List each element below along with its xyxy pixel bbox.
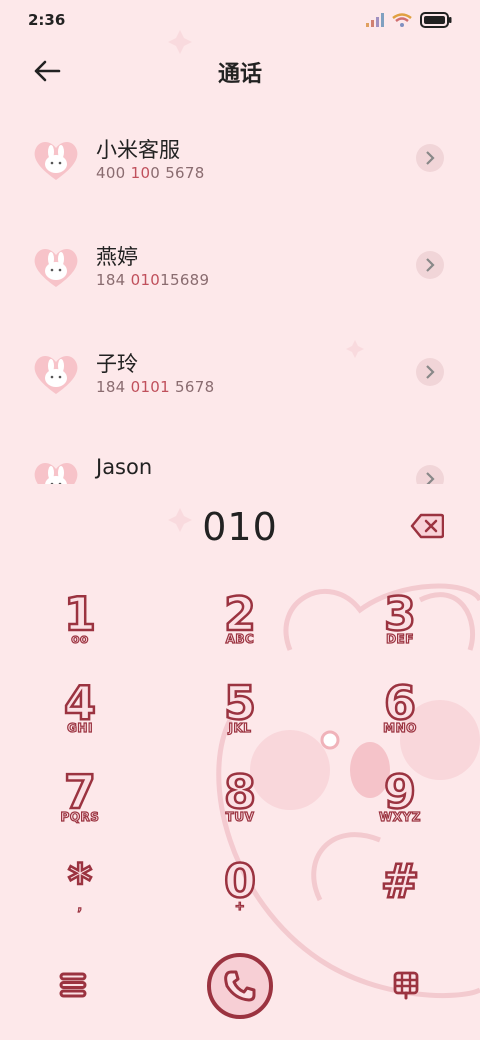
contact-number: 184 01015689 — [96, 271, 210, 289]
key-digit: 0 — [223, 854, 258, 908]
key-0[interactable]: 0 + — [180, 854, 300, 937]
bunny-heart-avatar — [34, 463, 78, 484]
menu-icon[interactable] — [58, 972, 88, 1002]
contact-name: 燕婷 — [96, 245, 138, 269]
signal-icon — [366, 13, 384, 27]
key-9[interactable]: 9 WXYZ — [340, 765, 460, 848]
key-2[interactable]: 2 ABC — [180, 587, 300, 670]
key-letters: PQRS — [60, 809, 100, 824]
bunny-heart-avatar — [34, 356, 78, 394]
key-digit: 2 — [223, 587, 258, 641]
key-letters: oo — [71, 631, 89, 646]
key-digit: 4 — [63, 676, 98, 730]
key-letters: DEF — [385, 631, 414, 646]
key-5[interactable]: 5 JKL — [180, 676, 300, 759]
chevron-right-icon[interactable] — [416, 251, 444, 279]
top-bar: 通话 — [0, 48, 480, 92]
chevron-right-icon[interactable] — [416, 144, 444, 172]
key-letters: JKL — [228, 720, 252, 735]
backspace-icon[interactable] — [410, 513, 445, 543]
key-digit: 8 — [223, 765, 258, 819]
key-7[interactable]: 7 PQRS — [20, 765, 140, 848]
key-letters: , — [77, 898, 83, 913]
contact-row[interactable]: 小米客服 400 100 5678 — [0, 104, 480, 211]
contact-name: Jason — [96, 455, 153, 479]
key-letters: WXYZ — [378, 809, 421, 824]
key-digit: 6 — [383, 676, 418, 730]
contact-row[interactable]: 燕婷 184 01015689 — [0, 211, 480, 318]
bottom-bar — [0, 950, 480, 1020]
contact-number: 400 100 5678 — [96, 164, 205, 182]
battery-icon — [420, 12, 452, 28]
key-digit: * — [67, 854, 94, 908]
key-digit: 3 — [383, 587, 418, 641]
key-digit: 9 — [383, 765, 418, 819]
key-digit: 5 — [223, 676, 258, 730]
key-letters: GHI — [66, 720, 93, 735]
keypad-icon[interactable] — [392, 970, 420, 1004]
key-letters: + — [234, 898, 246, 913]
contact-name: 子玲 — [96, 352, 138, 376]
chevron-right-icon[interactable] — [416, 358, 444, 386]
phone-icon — [224, 970, 256, 1002]
contact-name: 小米客服 — [96, 138, 180, 162]
status-time: 2:36 — [28, 11, 66, 29]
key-digit: 7 — [63, 765, 98, 819]
contact-suggestions: 小米客服 400 100 5678 燕婷 184 01015689 子玲 184… — [0, 104, 480, 484]
key-3[interactable]: 3 DEF — [340, 587, 460, 670]
key-star[interactable]: *, — [20, 854, 140, 937]
call-button[interactable] — [207, 953, 273, 1019]
key-letters: TUV — [225, 809, 255, 824]
bunny-heart-avatar — [34, 142, 78, 180]
dial-input[interactable]: 010 — [0, 505, 480, 549]
key-hash[interactable]: # — [340, 854, 460, 937]
key-4[interactable]: 4 GHI — [20, 676, 140, 759]
key-letters: ABC — [225, 631, 255, 646]
key-letters: MNO — [383, 720, 417, 735]
key-6[interactable]: 6 MNO — [340, 676, 460, 759]
key-digit: 1 — [63, 587, 98, 641]
key-1[interactable]: 1 oo — [20, 587, 140, 670]
key-8[interactable]: 8 TUV — [180, 765, 300, 848]
status-icons — [366, 12, 452, 28]
bunny-heart-avatar — [34, 249, 78, 287]
key-digit: # — [379, 854, 420, 908]
wifi-icon — [392, 13, 412, 27]
chevron-right-icon[interactable] — [416, 465, 444, 484]
contact-row[interactable]: 子玲 184 0101 5678 — [0, 318, 480, 425]
status-bar: 2:36 — [0, 0, 480, 40]
contact-row[interactable]: Jason — [0, 425, 480, 484]
contact-number: 184 0101 5678 — [96, 378, 215, 396]
page-title: 通话 — [217, 62, 262, 87]
